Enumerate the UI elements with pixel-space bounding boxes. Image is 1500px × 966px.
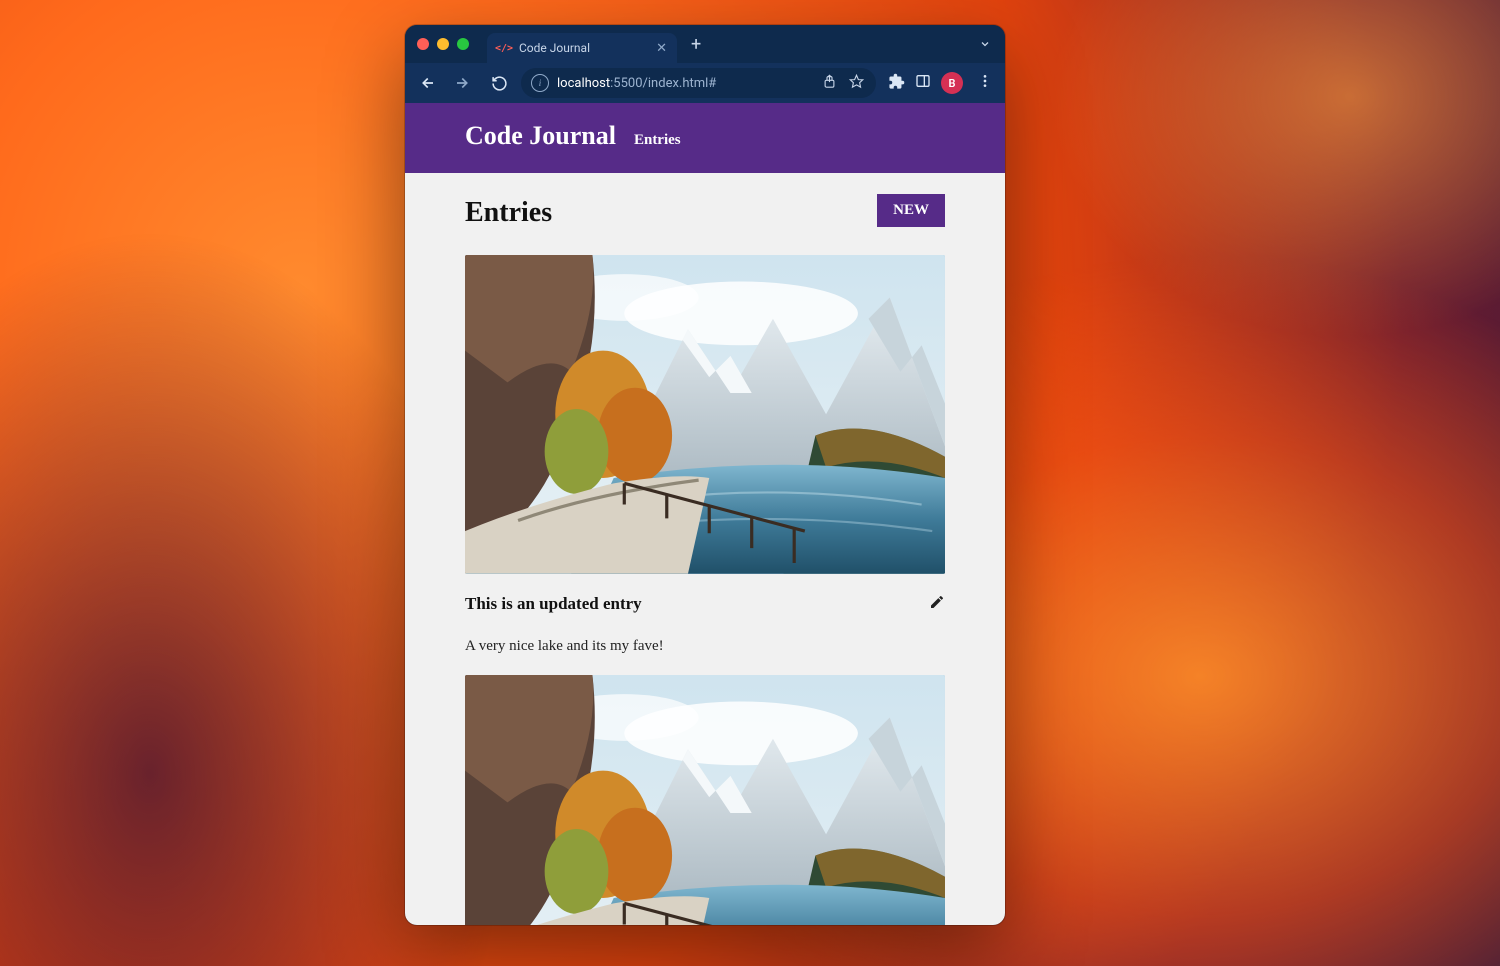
page-container: Entries NEW bbox=[405, 173, 1005, 925]
new-entry-button[interactable]: NEW bbox=[877, 194, 945, 227]
tab-strip: </> Code Journal ✕ + bbox=[405, 25, 1005, 63]
entries-heading-row: Entries NEW bbox=[465, 191, 945, 229]
close-tab-icon[interactable]: ✕ bbox=[656, 42, 667, 55]
page-header: Code Journal Entries bbox=[405, 103, 1005, 173]
forward-button[interactable] bbox=[449, 69, 477, 97]
browser-window: </> Code Journal ✕ + i localhost:5500/in… bbox=[405, 25, 1005, 925]
page-scroll[interactable]: Code Journal Entries Entries NEW bbox=[405, 103, 1005, 925]
edit-pencil-icon[interactable] bbox=[929, 594, 945, 614]
extensions-puzzle-icon[interactable] bbox=[888, 73, 905, 94]
site-info-icon[interactable]: i bbox=[531, 74, 549, 92]
extension-area: B bbox=[888, 72, 997, 94]
page-viewport: Code Journal Entries Entries NEW bbox=[405, 103, 1005, 925]
entry-item bbox=[465, 675, 945, 925]
minimize-window-icon[interactable] bbox=[437, 38, 449, 50]
entry-body: A very nice lake and its my fave! bbox=[465, 638, 945, 655]
tab-list-dropdown-icon[interactable] bbox=[973, 32, 997, 56]
address-bar[interactable]: i localhost:5500/index.html# bbox=[521, 68, 876, 98]
nav-link-entries[interactable]: Entries bbox=[634, 132, 681, 149]
window-controls bbox=[417, 38, 469, 50]
entry-image bbox=[465, 255, 945, 574]
browser-tab[interactable]: </> Code Journal ✕ bbox=[487, 33, 677, 63]
tab-title: Code Journal bbox=[519, 41, 590, 55]
url-path: :5500/index.html# bbox=[610, 76, 716, 91]
close-window-icon[interactable] bbox=[417, 38, 429, 50]
maximize-window-icon[interactable] bbox=[457, 38, 469, 50]
entry-title: This is an updated entry bbox=[465, 594, 642, 614]
browser-toolbar: i localhost:5500/index.html# B bbox=[405, 63, 1005, 103]
favicon-icon: </> bbox=[497, 41, 511, 55]
entry-item: This is an updated entry A very nice lak… bbox=[465, 255, 945, 655]
reload-button[interactable] bbox=[485, 69, 513, 97]
entries-heading: Entries bbox=[465, 197, 552, 229]
app-title: Code Journal bbox=[465, 121, 616, 151]
share-icon[interactable] bbox=[820, 74, 839, 93]
side-panel-icon[interactable] bbox=[915, 73, 931, 93]
profile-avatar[interactable]: B bbox=[941, 72, 963, 94]
bookmark-star-icon[interactable] bbox=[847, 74, 866, 93]
new-tab-button[interactable]: + bbox=[691, 34, 701, 55]
url-host: localhost bbox=[557, 76, 610, 91]
browser-menu-icon[interactable] bbox=[973, 73, 997, 93]
entry-image bbox=[465, 675, 945, 925]
entry-title-row: This is an updated entry bbox=[465, 594, 945, 614]
back-button[interactable] bbox=[413, 69, 441, 97]
url-text: localhost:5500/index.html# bbox=[557, 76, 812, 91]
